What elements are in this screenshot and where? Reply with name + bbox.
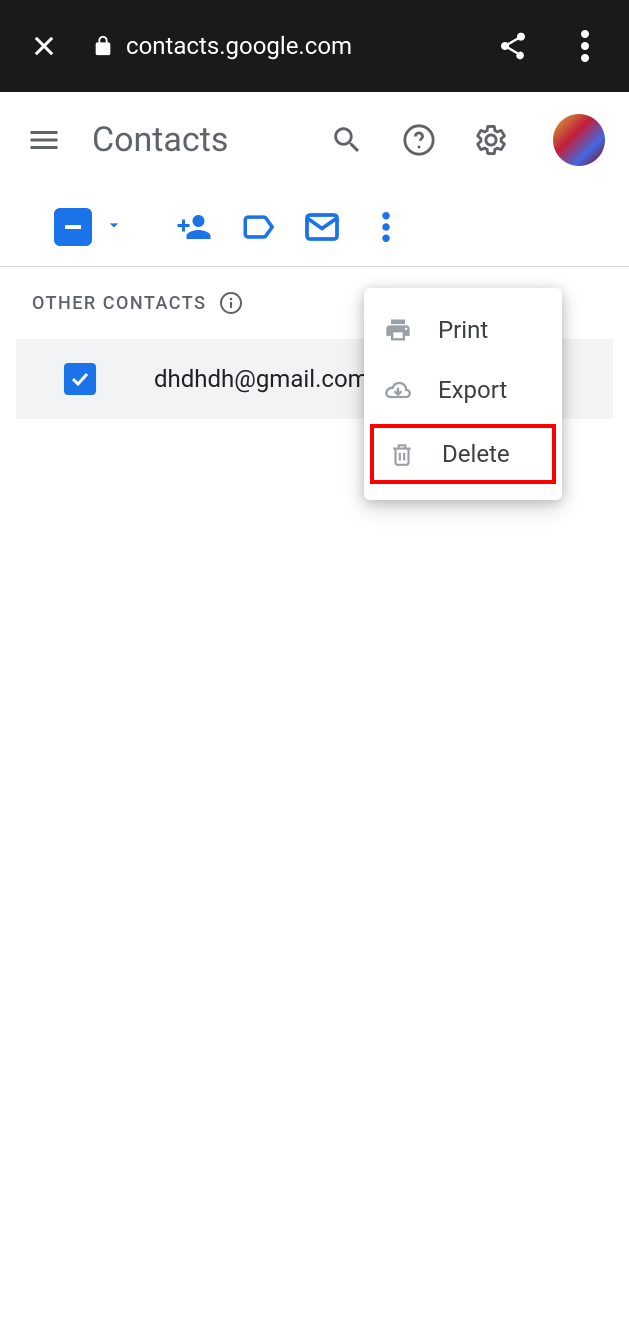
url-bar[interactable]: contacts.google.com xyxy=(92,32,497,60)
header-actions xyxy=(329,114,605,166)
close-icon xyxy=(30,32,58,60)
gear-icon xyxy=(474,123,508,157)
person-add-icon xyxy=(176,209,212,245)
help-button[interactable] xyxy=(401,122,437,158)
app-header: Contacts xyxy=(0,92,629,188)
browser-more-button[interactable] xyxy=(569,30,601,62)
minus-icon xyxy=(65,225,81,229)
contact-email: dhdhdh@gmail.com xyxy=(154,365,369,393)
menu-item-delete[interactable]: Delete xyxy=(370,424,556,484)
menu-item-label: Export xyxy=(438,376,507,404)
select-all-button[interactable] xyxy=(54,208,92,246)
more-options-button[interactable] xyxy=(368,209,404,245)
share-icon xyxy=(497,30,529,62)
email-icon xyxy=(304,209,340,245)
menu-item-export[interactable]: Export xyxy=(364,360,562,420)
search-icon xyxy=(330,123,364,157)
more-vert-icon xyxy=(581,30,589,62)
menu-item-label: Print xyxy=(438,316,488,344)
select-dropdown-button[interactable] xyxy=(104,215,124,239)
print-icon xyxy=(384,316,412,344)
more-vert-icon xyxy=(382,212,390,242)
menu-item-label: Delete xyxy=(442,440,510,468)
search-button[interactable] xyxy=(329,122,365,158)
export-icon xyxy=(384,376,412,404)
share-button[interactable] xyxy=(497,30,529,62)
browser-actions xyxy=(497,30,601,62)
email-button[interactable] xyxy=(304,209,340,245)
label-icon xyxy=(241,210,275,244)
info-icon[interactable] xyxy=(219,291,243,315)
chevron-down-icon xyxy=(104,215,124,235)
toolbar xyxy=(0,188,629,267)
delete-icon xyxy=(388,440,416,468)
add-contact-button[interactable] xyxy=(176,209,212,245)
menu-button[interactable] xyxy=(24,120,64,160)
check-icon xyxy=(68,367,92,391)
section-title: OTHER CONTACTS xyxy=(32,293,207,314)
help-icon xyxy=(402,123,436,157)
contact-checkbox[interactable] xyxy=(64,363,96,395)
settings-button[interactable] xyxy=(473,122,509,158)
browser-bar: contacts.google.com xyxy=(0,0,629,92)
avatar[interactable] xyxy=(553,114,605,166)
menu-item-print[interactable]: Print xyxy=(364,300,562,360)
url-text: contacts.google.com xyxy=(126,32,352,60)
close-button[interactable] xyxy=(28,30,60,62)
dropdown-menu: Print Export Delete xyxy=(364,288,562,500)
lock-icon xyxy=(92,35,114,57)
hamburger-icon xyxy=(26,122,62,158)
page-title: Contacts xyxy=(92,120,329,160)
label-button[interactable] xyxy=(240,209,276,245)
